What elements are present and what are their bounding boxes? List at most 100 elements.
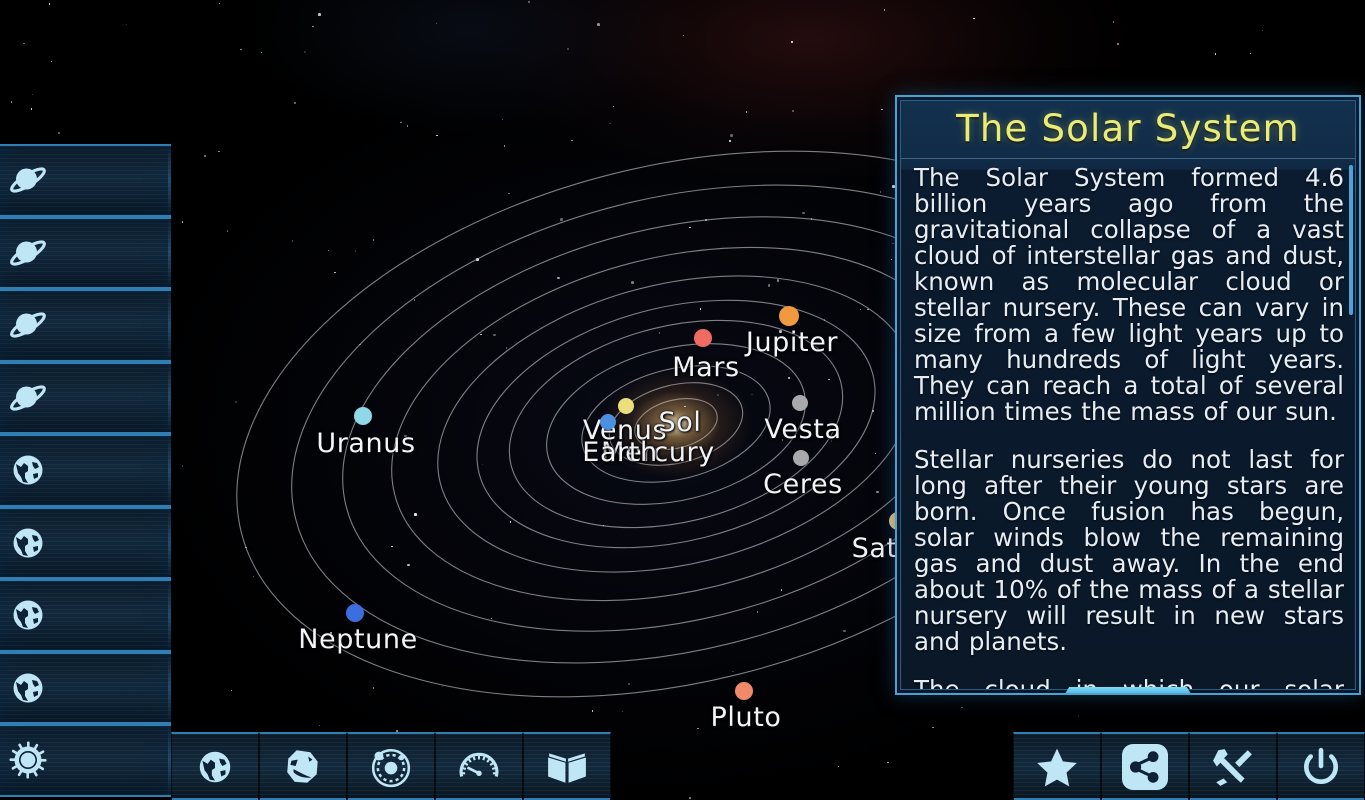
planet-label-mars[interactable]: Mars xyxy=(672,352,739,383)
book-icon xyxy=(546,746,588,788)
planet-dot-ceres[interactable] xyxy=(793,450,809,466)
planet-dot-mars[interactable] xyxy=(694,329,712,347)
star xyxy=(491,617,493,620)
info-panel: The Solar System The Solar System formed… xyxy=(895,95,1361,695)
star xyxy=(327,249,330,252)
toolbar-asteroids-button[interactable] xyxy=(259,732,347,800)
sidebar-item-sol[interactable] xyxy=(0,724,171,797)
planet-label-vesta[interactable]: Vesta xyxy=(764,414,841,445)
star xyxy=(658,332,660,334)
sidebar-item-jupiter[interactable] xyxy=(0,361,171,434)
star xyxy=(218,150,220,153)
star xyxy=(245,546,247,549)
planet-dot-neptune[interactable] xyxy=(346,604,364,622)
star xyxy=(294,102,296,104)
info-panel-body[interactable]: The Solar System formed 4.6 billion year… xyxy=(901,159,1355,689)
toolbar-planets-button[interactable] xyxy=(171,732,259,800)
planet-label-jupiter[interactable]: Jupiter xyxy=(746,327,838,358)
toolbar-info-button[interactable] xyxy=(523,732,611,800)
power-icon xyxy=(1300,746,1342,788)
star xyxy=(567,48,569,50)
planet-label-uranus[interactable]: Uranus xyxy=(316,428,415,459)
star xyxy=(391,545,393,547)
star xyxy=(881,108,883,111)
star xyxy=(810,218,812,220)
star xyxy=(509,521,512,523)
star xyxy=(682,34,685,36)
planet-dot-jupiter[interactable] xyxy=(779,306,799,326)
star xyxy=(505,347,508,349)
star xyxy=(717,394,719,396)
star xyxy=(406,125,409,127)
star xyxy=(204,155,206,157)
star-label-sol[interactable]: Sol xyxy=(659,407,702,438)
star xyxy=(767,284,771,287)
star xyxy=(10,101,12,103)
globe-icon xyxy=(8,523,48,563)
info-paragraphs: The Solar System formed 4.6 billion year… xyxy=(914,165,1344,690)
planet-dot-venus[interactable] xyxy=(618,398,634,414)
sidebar-item-uranus[interactable] xyxy=(0,216,171,289)
star xyxy=(602,524,605,527)
planet-dot-vesta[interactable] xyxy=(792,395,808,411)
star xyxy=(630,281,634,284)
globe-icon xyxy=(8,668,48,708)
sidebar-item-earth[interactable] xyxy=(0,506,171,579)
star xyxy=(560,218,563,222)
star xyxy=(961,706,963,709)
star xyxy=(413,299,416,301)
star xyxy=(872,410,874,412)
toolbar-favourite-button[interactable] xyxy=(1013,732,1101,800)
star xyxy=(689,226,691,229)
star xyxy=(876,490,880,494)
star xyxy=(609,122,611,125)
star xyxy=(1117,43,1119,45)
sidebar-item-saturn[interactable] xyxy=(0,289,171,362)
star xyxy=(890,258,893,260)
toolbar-exit-button[interactable] xyxy=(1277,732,1365,800)
planet-label-ceres[interactable]: Ceres xyxy=(763,469,843,500)
planet-dot-earth[interactable] xyxy=(600,414,616,430)
star xyxy=(621,710,624,713)
star xyxy=(527,0,531,4)
star xyxy=(125,23,128,26)
planet-label-neptune[interactable]: Neptune xyxy=(298,624,418,655)
star xyxy=(887,761,889,763)
ringed-planet-icon xyxy=(8,305,48,345)
sidebar-item-mars[interactable] xyxy=(0,434,171,507)
star xyxy=(757,611,759,613)
star xyxy=(436,22,438,25)
star xyxy=(501,118,504,121)
toolbar-tools-button[interactable] xyxy=(1189,732,1277,800)
star xyxy=(837,765,840,768)
star xyxy=(291,240,294,242)
star xyxy=(476,258,479,261)
toolbar-speed-button[interactable] xyxy=(435,732,523,800)
tools-icon xyxy=(1212,746,1254,788)
sidebar-item-venus[interactable] xyxy=(0,579,171,652)
star xyxy=(892,242,894,245)
star xyxy=(627,682,631,686)
globe-icon xyxy=(194,746,236,788)
star xyxy=(231,690,233,692)
planet-label-earth[interactable]: Earth xyxy=(582,437,657,468)
star xyxy=(591,710,594,712)
sidebar-item-mercury[interactable] xyxy=(0,651,171,724)
star xyxy=(802,211,805,215)
star xyxy=(50,60,53,62)
sidebar-item-neptune[interactable] xyxy=(0,144,171,217)
star xyxy=(218,2,221,5)
panel-resize-handle[interactable] xyxy=(1058,687,1198,693)
solar-system-app: MercuryVenusEarthMarsVestaCeresJupiterSa… xyxy=(0,0,1365,800)
planet-dot-uranus[interactable] xyxy=(354,407,372,425)
planet-dot-pluto[interactable] xyxy=(735,682,753,700)
toolbar-orbits-button[interactable] xyxy=(347,732,435,800)
star xyxy=(260,51,263,54)
toolbar-share-button[interactable] xyxy=(1101,732,1189,800)
scrollbar-thumb[interactable] xyxy=(1349,165,1353,315)
planet-label-pluto[interactable]: Pluto xyxy=(710,702,781,733)
star xyxy=(407,563,411,567)
globe-icon xyxy=(8,450,48,490)
star xyxy=(730,134,734,138)
star xyxy=(689,797,691,799)
